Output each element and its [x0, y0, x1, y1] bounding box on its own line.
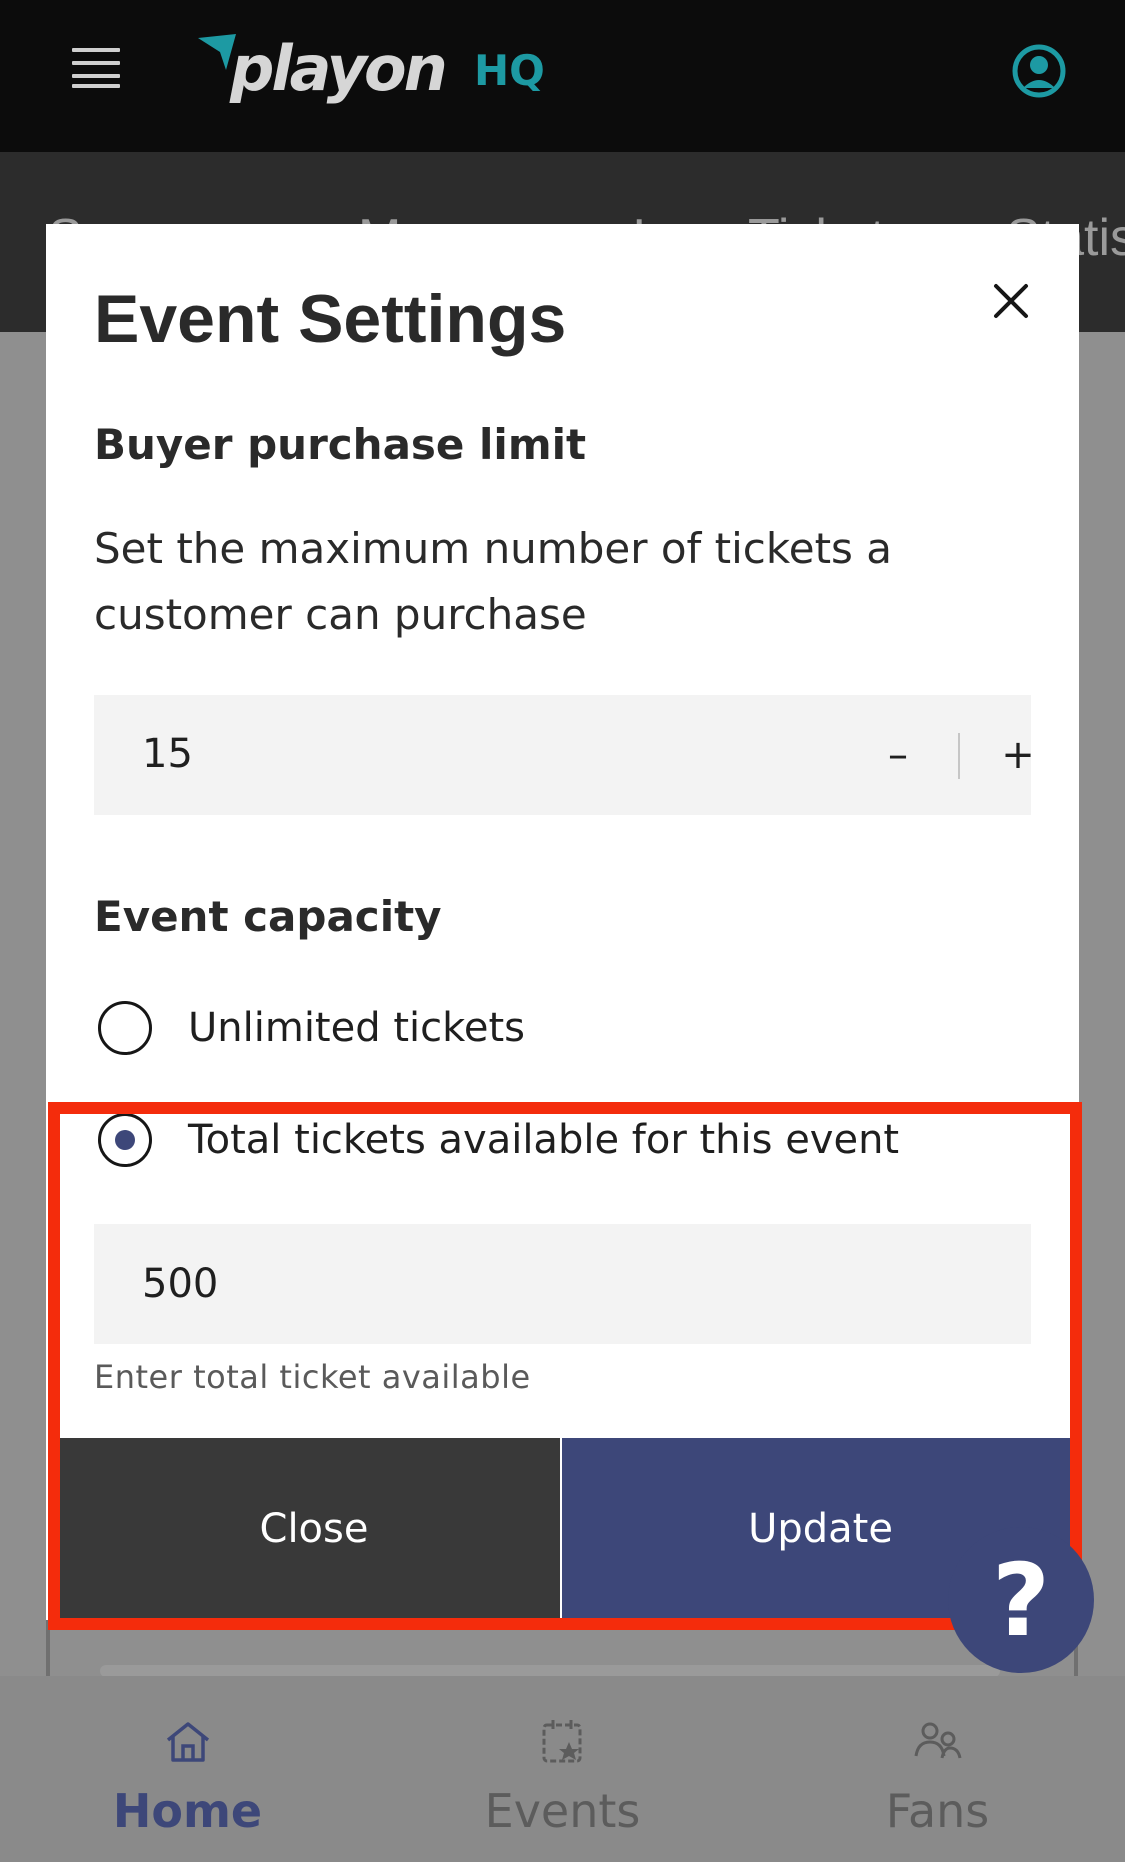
increment-button[interactable]: + — [958, 695, 1078, 815]
home-icon — [166, 1722, 209, 1762]
nav-label-fans: Fans — [885, 1784, 990, 1838]
nav-item-fans[interactable]: Fans — [750, 1676, 1125, 1862]
decrement-button[interactable]: – — [838, 695, 958, 815]
nav-item-events[interactable]: Events — [375, 1676, 750, 1862]
calendar-star-icon — [542, 1720, 581, 1763]
radio-button[interactable] — [98, 1001, 152, 1055]
nav-item-home[interactable]: Home — [0, 1676, 375, 1862]
radio-label: Unlimited tickets — [188, 1005, 525, 1051]
top-app-bar: playon HQ — [0, 0, 1125, 152]
user-avatar-icon[interactable] — [1012, 44, 1066, 98]
users-icon — [914, 1722, 961, 1759]
playon-hq-logo[interactable]: playon HQ — [196, 24, 556, 114]
highlight-box — [48, 1102, 1082, 1630]
bottom-navigation: Home Events Fans — [0, 1676, 1125, 1862]
event-capacity-heading: Event capacity — [94, 892, 442, 941]
purchase-limit-description: Set the maximum number of tickets a cust… — [94, 524, 892, 639]
purchase-limit-value[interactable]: 15 — [142, 731, 193, 777]
hamburger-icon[interactable] — [72, 48, 120, 88]
purchase-limit-heading: Buyer purchase limit — [94, 420, 587, 469]
purchase-limit-stepper[interactable]: 15 – + — [94, 695, 1035, 815]
radio-unlimited-tickets[interactable]: Unlimited tickets — [98, 1001, 525, 1055]
nav-label-events: Events — [484, 1784, 641, 1838]
close-icon[interactable] — [990, 280, 1032, 322]
modal-title: Event Settings — [94, 281, 567, 357]
logo-wordmark: playon — [230, 32, 448, 105]
logo-hq-suffix: HQ — [474, 46, 545, 95]
help-button[interactable]: ? — [948, 1527, 1094, 1673]
nav-label-home: Home — [112, 1784, 263, 1838]
